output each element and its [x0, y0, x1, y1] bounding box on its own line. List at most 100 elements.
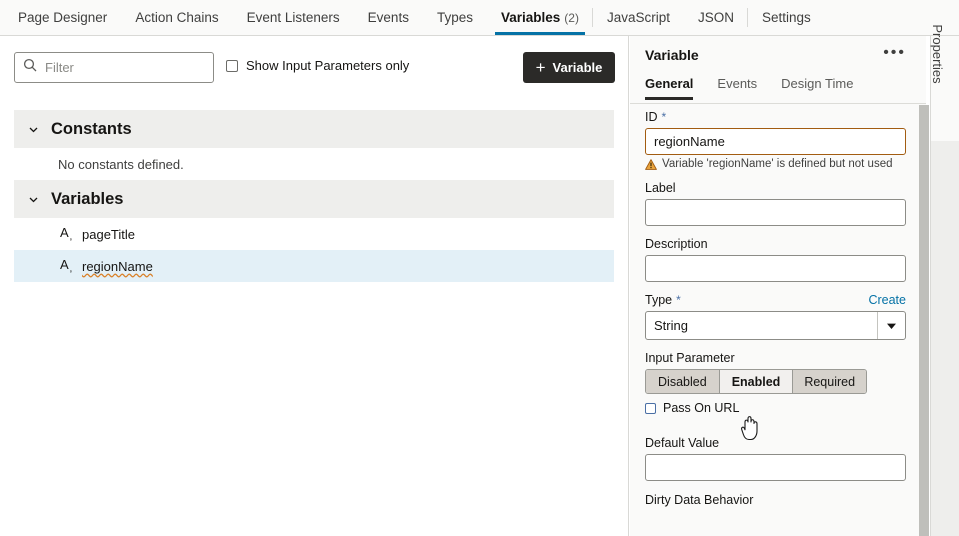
constants-empty-message: No constants defined.	[58, 156, 184, 172]
segment-label: Required	[804, 374, 856, 389]
input-parameter-option-disabled[interactable]: Disabled	[646, 370, 720, 393]
editor-tab-bar: Page Designer Action Chains Event Listen…	[0, 0, 959, 36]
label-input[interactable]	[645, 199, 906, 226]
add-variable-button[interactable]: + Variable	[523, 52, 615, 83]
input-parameter-label: Input Parameter	[645, 351, 735, 365]
field-group-label: Label	[645, 181, 906, 226]
default-value-label-row: Default Value	[645, 436, 906, 450]
checkbox-label: Show Input Parameters only	[246, 58, 410, 73]
section-title: Variables	[51, 189, 124, 208]
tab-label: Event Listeners	[246, 10, 340, 25]
field-group-type: Type * Create String	[645, 293, 906, 340]
subtab-label: Design Time	[781, 76, 854, 91]
tab-settings[interactable]: Settings	[748, 0, 825, 35]
tab-label: JSON	[697, 10, 734, 25]
right-dock-strip: Properties	[930, 24, 959, 536]
id-label-row: ID *	[645, 110, 906, 124]
svg-text:A: A	[60, 257, 69, 272]
svg-text:A: A	[60, 225, 69, 240]
add-variable-label: Variable	[552, 60, 603, 75]
variables-list-pane: Show Input Parameters only + Variable Co…	[0, 36, 629, 536]
search-input[interactable]	[45, 60, 195, 75]
subtab-label: General	[645, 76, 694, 91]
dock-strip-body	[931, 141, 959, 536]
field-group-default-value: Default Value	[645, 436, 906, 481]
subtab-label: Events	[717, 76, 758, 91]
subtab-general[interactable]: General	[645, 74, 694, 100]
input-parameter-label-row: Input Parameter	[645, 351, 906, 365]
subtab-design-time[interactable]: Design Time	[781, 74, 853, 100]
chevron-down-icon	[28, 194, 39, 205]
section-header-constants[interactable]: Constants	[14, 110, 614, 148]
tab-label: JavaScript	[606, 10, 670, 25]
field-group-description: Description	[645, 237, 906, 282]
variables-toolbar: Show Input Parameters only + Variable	[0, 52, 628, 86]
properties-panel-scrollbar[interactable]	[919, 105, 929, 536]
checkbox-label: Pass On URL	[663, 401, 740, 415]
tab-page-designer[interactable]: Page Designer	[4, 0, 121, 35]
svg-text:,: ,	[70, 232, 73, 243]
label-label-row: Label	[645, 181, 906, 195]
default-value-label: Default Value	[645, 436, 720, 450]
input-parameter-option-required[interactable]: Required	[793, 370, 866, 393]
tab-events[interactable]: Events	[354, 0, 423, 35]
checkbox-box	[226, 59, 238, 72]
type-select[interactable]: String	[645, 311, 906, 340]
type-label: Type	[645, 293, 673, 307]
dirty-data-behavior-label: Dirty Data Behavior	[645, 493, 754, 507]
description-label-row: Description	[645, 237, 906, 251]
overflow-menu-icon[interactable]: •••	[883, 45, 906, 61]
subtab-events[interactable]: Events	[717, 74, 757, 100]
active-tab-underline	[494, 32, 585, 35]
string-variable-icon: A ,	[60, 225, 75, 245]
warning-triangle-icon	[645, 158, 657, 170]
segment-label: Enabled	[731, 374, 781, 389]
field-group-input-parameter: Input Parameter Disabled Enabled Require…	[645, 351, 906, 415]
required-marker: *	[661, 110, 667, 124]
type-label-row: Type * Create	[645, 293, 906, 307]
tab-javascript[interactable]: JavaScript	[593, 0, 684, 35]
properties-subtab-bar: General Events Design Time	[630, 74, 926, 104]
filter-field[interactable]	[14, 52, 214, 83]
tab-variables-count: (2)	[564, 10, 579, 25]
plus-icon: +	[535, 58, 546, 77]
variables-tree: Constants No constants defined. Variable…	[14, 110, 614, 282]
show-input-parameters-only-checkbox[interactable]: Show Input Parameters only	[226, 58, 409, 73]
list-item[interactable]: A , regionName	[14, 250, 614, 282]
section-header-variables[interactable]: Variables	[14, 180, 614, 218]
description-input[interactable]	[645, 255, 906, 282]
type-selected-value: String	[654, 318, 688, 333]
id-label: ID	[645, 110, 658, 124]
list-item[interactable]: A , pageTitle	[14, 218, 614, 250]
id-warning-message: Variable 'regionName' is defined but not…	[645, 158, 906, 170]
checkbox-box	[645, 402, 656, 414]
tab-label: Settings	[762, 10, 811, 25]
tab-action-chains[interactable]: Action Chains	[121, 0, 232, 35]
section-title: Constants	[51, 119, 132, 138]
segment-label: Disabled	[658, 374, 707, 389]
warning-text: Variable 'regionName' is defined but not…	[662, 158, 893, 170]
default-value-input[interactable]	[645, 454, 906, 481]
chevron-down-icon[interactable]	[877, 312, 905, 339]
input-parameter-segmented-control: Disabled Enabled Required	[645, 369, 867, 394]
tab-variables[interactable]: Variables (2)	[487, 0, 593, 35]
required-marker: *	[676, 293, 681, 307]
label-label: Label	[645, 181, 676, 195]
properties-dock-tab[interactable]: Properties	[930, 24, 945, 83]
pass-on-url-checkbox[interactable]: Pass On URL	[645, 401, 906, 415]
variable-properties-form: ID * Variable 'regionName' is defined bu…	[630, 110, 926, 536]
variable-name: regionName	[82, 258, 153, 274]
create-type-link[interactable]: Create	[868, 293, 906, 307]
tab-json[interactable]: JSON	[684, 0, 749, 35]
id-input[interactable]	[645, 128, 906, 155]
tab-label: Variables	[500, 10, 561, 25]
variable-name: pageTitle	[82, 226, 135, 242]
tab-event-listeners[interactable]: Event Listeners	[233, 0, 354, 35]
dirty-data-behavior-label-row: Dirty Data Behavior	[645, 493, 906, 507]
properties-panel: Variable ••• General Events Design Time …	[630, 36, 926, 536]
chevron-down-icon	[28, 124, 39, 135]
description-label: Description	[645, 237, 708, 251]
tab-types[interactable]: Types	[423, 0, 487, 35]
tab-label: Events	[367, 10, 409, 25]
input-parameter-option-enabled[interactable]: Enabled	[719, 370, 794, 393]
